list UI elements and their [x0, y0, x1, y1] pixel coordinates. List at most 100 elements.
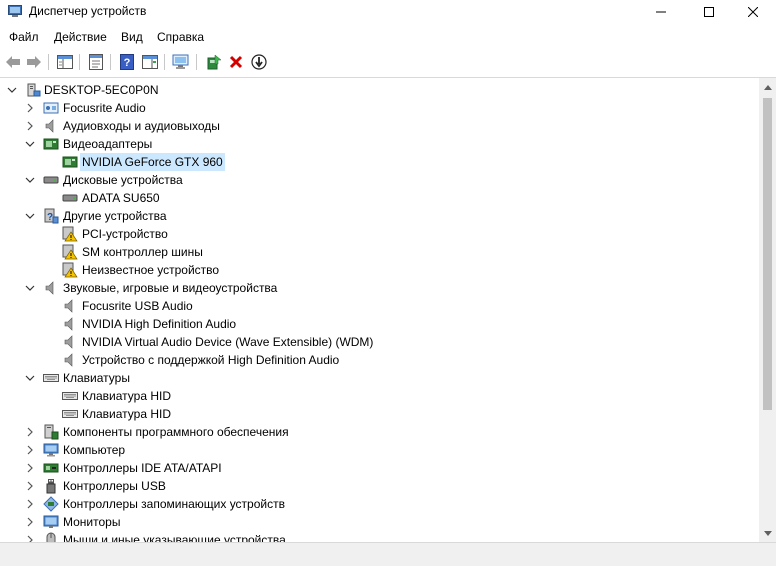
- usb-icon: [46, 479, 56, 494]
- chevron-down-icon[interactable]: [24, 210, 36, 222]
- audio-device-icon: [43, 102, 59, 114]
- node-label: Компьютер: [63, 443, 126, 457]
- chevron-right-icon[interactable]: [24, 462, 36, 474]
- chevron-down-icon[interactable]: [24, 282, 36, 294]
- menu-view[interactable]: Вид: [121, 30, 143, 44]
- forward-button[interactable]: [24, 52, 44, 72]
- tree-node[interactable]: PCI-устройство: [0, 225, 758, 243]
- chevron-right-icon[interactable]: [24, 480, 36, 492]
- show-hide-console-tree-icon: [57, 55, 73, 69]
- action-pane-button[interactable]: [140, 52, 160, 72]
- chevron-down-icon[interactable]: [24, 372, 36, 384]
- monitor-icon: [43, 515, 59, 528]
- vertical-scrollbar[interactable]: [759, 78, 776, 542]
- scroll-down-button[interactable]: [759, 525, 776, 542]
- tree-root-row[interactable]: DESKTOP-5EC0P0N: [0, 81, 758, 99]
- tree-node[interactable]: Дисковые устройства: [0, 171, 758, 189]
- properties-button[interactable]: [86, 52, 106, 72]
- tree-node[interactable]: Focusrite Audio: [0, 99, 758, 117]
- tree-node[interactable]: Клавиатуры: [0, 369, 758, 387]
- tree-node[interactable]: Компоненты программного обеспечения: [0, 423, 758, 441]
- disable-device-button[interactable]: [249, 52, 269, 72]
- keyboard-icon: [43, 374, 59, 382]
- tree-node[interactable]: Мониторы: [0, 513, 758, 531]
- tree-node[interactable]: Мыши и иные указывающие устройства: [0, 531, 758, 542]
- tree-node[interactable]: Компьютер: [0, 441, 758, 459]
- computer-icon: [27, 83, 41, 97]
- tree-node[interactable]: Контроллеры IDE ATA/ATAPI: [0, 459, 758, 477]
- close-icon: [748, 7, 758, 17]
- tree-root-label: DESKTOP-5EC0P0N: [44, 83, 159, 97]
- warning-device-icon: [62, 226, 78, 242]
- menu-file[interactable]: Файл: [9, 30, 39, 44]
- disk-drive-icon: [43, 176, 59, 184]
- speaker-icon: [64, 317, 73, 331]
- scroll-up-button[interactable]: [759, 78, 776, 95]
- toolbar: ?: [0, 50, 776, 74]
- close-button[interactable]: [730, 0, 776, 24]
- chevron-down-icon[interactable]: [24, 138, 36, 150]
- console-tree-button[interactable]: [55, 52, 75, 72]
- minimize-icon: [656, 11, 666, 13]
- tree-node[interactable]: Видеоадаптеры: [0, 135, 758, 153]
- minimize-button[interactable]: [638, 0, 684, 24]
- tree-node[interactable]: Контроллеры запоминающих устройств: [0, 495, 758, 513]
- toolbar-separator: [110, 54, 111, 70]
- node-label: Аудиовходы и аудиовыходы: [63, 119, 220, 133]
- chevron-right-icon[interactable]: [24, 516, 36, 528]
- uninstall-button[interactable]: [226, 52, 246, 72]
- chevron-right-icon[interactable]: [24, 534, 36, 542]
- chevron-down-icon[interactable]: [24, 174, 36, 186]
- tree-node[interactable]: Звуковые, игровые и видеоустройства: [0, 279, 758, 297]
- chevron-right-icon[interactable]: [24, 426, 36, 438]
- maximize-button[interactable]: [686, 0, 732, 24]
- update-driver-button[interactable]: [204, 52, 224, 72]
- help-icon: ?: [120, 54, 134, 70]
- speaker-icon: [64, 335, 73, 349]
- scrollbar-thumb[interactable]: [763, 98, 772, 410]
- tree-node[interactable]: Клавиатура HID: [0, 387, 758, 405]
- menu-action[interactable]: Действие: [54, 30, 107, 44]
- status-bar: [0, 542, 776, 566]
- device-manager-app-icon: [8, 5, 22, 17]
- speaker-icon: [64, 353, 73, 367]
- toolbar-separator: [196, 54, 197, 70]
- device-tree[interactable]: DESKTOP-5EC0P0N Focusrite Audio Аудиовхо…: [0, 77, 776, 542]
- window-title: Диспетчер устройств: [29, 4, 147, 18]
- tree-node-selected[interactable]: NVIDIA GeForce GTX 960: [0, 153, 758, 171]
- node-label: Неизвестное устройство: [82, 263, 220, 277]
- node-label: Клавиатуры: [63, 371, 130, 385]
- tree-node[interactable]: SM контроллер шины: [0, 243, 758, 261]
- tree-node[interactable]: Клавиатура HID: [0, 405, 758, 423]
- tree-node[interactable]: Неизвестное устройство: [0, 261, 758, 279]
- toolbar-separator: [164, 54, 165, 70]
- chevron-right-icon[interactable]: [24, 102, 36, 114]
- back-button[interactable]: [3, 52, 23, 72]
- node-label: Контроллеры USB: [63, 479, 166, 493]
- properties-icon: [89, 54, 103, 70]
- chevron-right-icon[interactable]: [24, 120, 36, 132]
- node-label: Другие устройства: [63, 209, 167, 223]
- chevron-up-icon: [763, 84, 772, 90]
- chevron-down-icon[interactable]: [6, 84, 18, 96]
- warning-device-icon: [62, 262, 78, 278]
- node-label: SM контроллер шины: [82, 245, 203, 259]
- node-label: Мониторы: [63, 515, 121, 529]
- scan-hardware-button[interactable]: [171, 52, 191, 72]
- toolbar-separator: [48, 54, 49, 70]
- tree-node[interactable]: NVIDIA High Definition Audio: [0, 315, 758, 333]
- tree-node[interactable]: NVIDIA Virtual Audio Device (Wave Extens…: [0, 333, 758, 351]
- menu-help[interactable]: Справка: [157, 30, 204, 44]
- disable-device-icon: [251, 54, 267, 70]
- tree-node[interactable]: Аудиовходы и аудиовыходы: [0, 117, 758, 135]
- node-label: Устройство с поддержкой High Definition …: [82, 353, 340, 367]
- chevron-right-icon[interactable]: [24, 444, 36, 456]
- tree-node[interactable]: Focusrite USB Audio: [0, 297, 758, 315]
- other-devices-icon: ?: [44, 208, 59, 224]
- tree-node[interactable]: Устройство с поддержкой High Definition …: [0, 351, 758, 369]
- tree-node[interactable]: ? Другие устройства: [0, 207, 758, 225]
- help-button[interactable]: ?: [117, 52, 137, 72]
- chevron-right-icon[interactable]: [24, 498, 36, 510]
- tree-node[interactable]: Контроллеры USB: [0, 477, 758, 495]
- tree-node[interactable]: ADATA SU650: [0, 189, 758, 207]
